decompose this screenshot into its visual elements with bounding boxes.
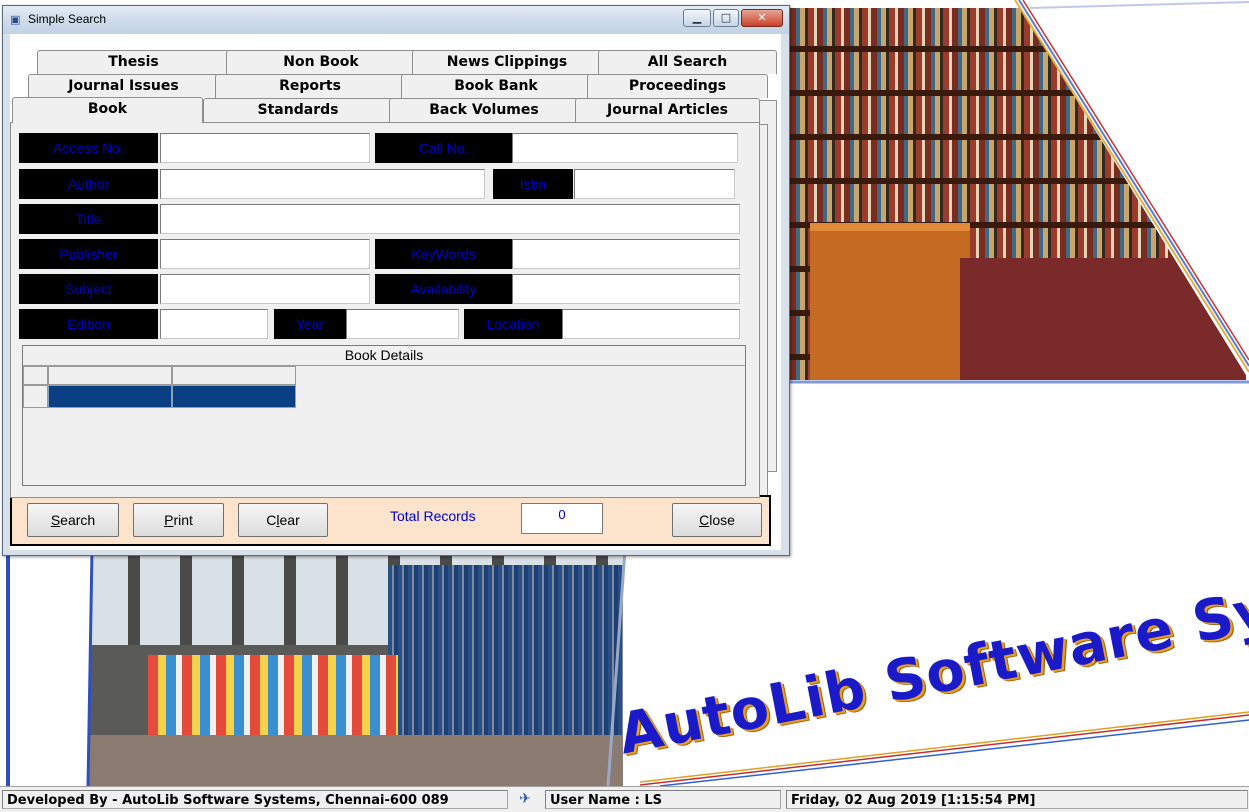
tab-back-volumes[interactable]: Back Volumes [389, 98, 579, 122]
status-datetime: Friday, 02 Aug 2019 [1:15:54 PM] [786, 790, 1248, 809]
total-records-value: 0 [521, 503, 603, 534]
window-title: Simple Search [28, 12, 107, 26]
location-label: Location [464, 309, 562, 339]
book-details-grid[interactable]: Book Details [22, 345, 746, 486]
app-icon: ▣ [10, 13, 21, 26]
minimize-button[interactable]: ▁ [683, 9, 711, 27]
access-no-label: Access No. [19, 133, 158, 163]
publisher-input[interactable] [160, 239, 370, 269]
tab-journal-issues[interactable]: Journal Issues [28, 74, 219, 98]
availability-input[interactable] [512, 274, 740, 304]
tab-thesis[interactable]: Thesis [37, 50, 230, 74]
tab-reports[interactable]: Reports [215, 74, 405, 98]
grid-header-cell[interactable] [48, 366, 172, 385]
grid-caption: Book Details [23, 346, 745, 366]
grid-header-cell[interactable] [172, 366, 296, 385]
total-records-label: Total Records [390, 508, 476, 524]
command-panel: Search Print Clear Total Records 0 Close [10, 495, 771, 546]
year-label: Year [274, 309, 346, 339]
status-bar: Developed By - AutoLib Software Systems,… [0, 786, 1249, 812]
subject-label: Subject [19, 274, 158, 304]
photo-frame-skew [790, 0, 1249, 384]
close-button[interactable]: Close [672, 503, 762, 537]
satellite-icon: ✈ [519, 791, 531, 807]
maximize-button[interactable]: □ [713, 9, 739, 27]
availability-label: Availability [375, 274, 512, 304]
window-client-area: Thesis Non Book News Clippings All Searc… [10, 34, 781, 550]
author-input[interactable] [160, 169, 485, 199]
search-button[interactable]: Search [27, 503, 119, 537]
edition-input[interactable] [160, 309, 268, 339]
isbn-label: Isbn [493, 169, 573, 199]
tab-book[interactable]: Book [12, 97, 203, 123]
print-button[interactable]: Print [133, 503, 224, 537]
tab-non-book[interactable]: Non Book [226, 50, 416, 74]
call-no-label: Call No. [375, 133, 512, 163]
simple-search-window: ▣ Simple Search ▁ □ ✕ Thesis Non Book Ne… [2, 5, 790, 556]
book-tab-page: Access No. Call No. Author Isbn Title Pu… [10, 122, 760, 498]
close-window-button[interactable]: ✕ [741, 9, 783, 27]
grid-cell-selected[interactable] [172, 385, 296, 408]
publisher-label: Publisher [19, 239, 158, 269]
status-developer: Developed By - AutoLib Software Systems,… [2, 790, 508, 809]
access-no-input[interactable] [160, 133, 370, 163]
call-no-input[interactable] [512, 133, 738, 163]
tab-journal-articles[interactable]: Journal Articles [575, 98, 760, 122]
title-input[interactable] [160, 204, 740, 234]
grid-row-header[interactable] [23, 385, 48, 408]
photo-bottom-frame [0, 550, 627, 786]
edition-label: Edition [19, 309, 158, 339]
isbn-input[interactable] [574, 169, 735, 199]
title-label: Title [19, 204, 158, 234]
tab-news-clippings[interactable]: News Clippings [412, 50, 602, 74]
tab-all-search[interactable]: All Search [598, 50, 777, 74]
clear-button[interactable]: Clear [238, 503, 328, 537]
tab-proceedings[interactable]: Proceedings [587, 74, 768, 98]
author-label: Author [19, 169, 158, 199]
keywords-input[interactable] [512, 239, 740, 269]
year-input[interactable] [346, 309, 459, 339]
tab-book-bank[interactable]: Book Bank [401, 74, 591, 98]
tab-standards[interactable]: Standards [203, 98, 393, 122]
subject-input[interactable] [160, 274, 370, 304]
grid-corner-cell [23, 366, 48, 385]
keywords-label: KeyWords [375, 239, 512, 269]
title-bar[interactable]: ▣ Simple Search ▁ □ ✕ [3, 6, 789, 34]
location-input[interactable] [562, 309, 740, 339]
grid-cell-selected[interactable] [48, 385, 172, 408]
status-user: User Name : LS [545, 790, 781, 809]
logo-sweep-lines [639, 711, 1249, 786]
